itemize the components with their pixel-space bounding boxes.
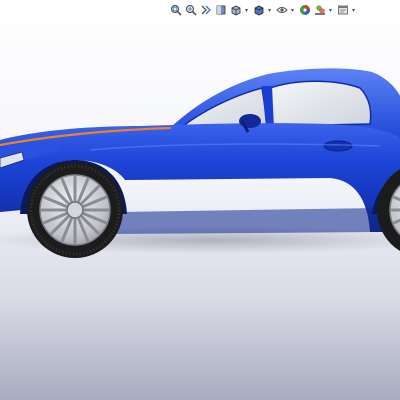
car-door-handle — [323, 140, 353, 152]
car-side-sill — [116, 208, 380, 234]
car-window-rear — [269, 80, 372, 127]
car-front-wheel — [27, 162, 123, 258]
car-3d-model[interactable] — [0, 0, 400, 400]
graphics-viewport[interactable]: ▾ ▾ ▾ ▾ ▾ — [0, 0, 400, 400]
